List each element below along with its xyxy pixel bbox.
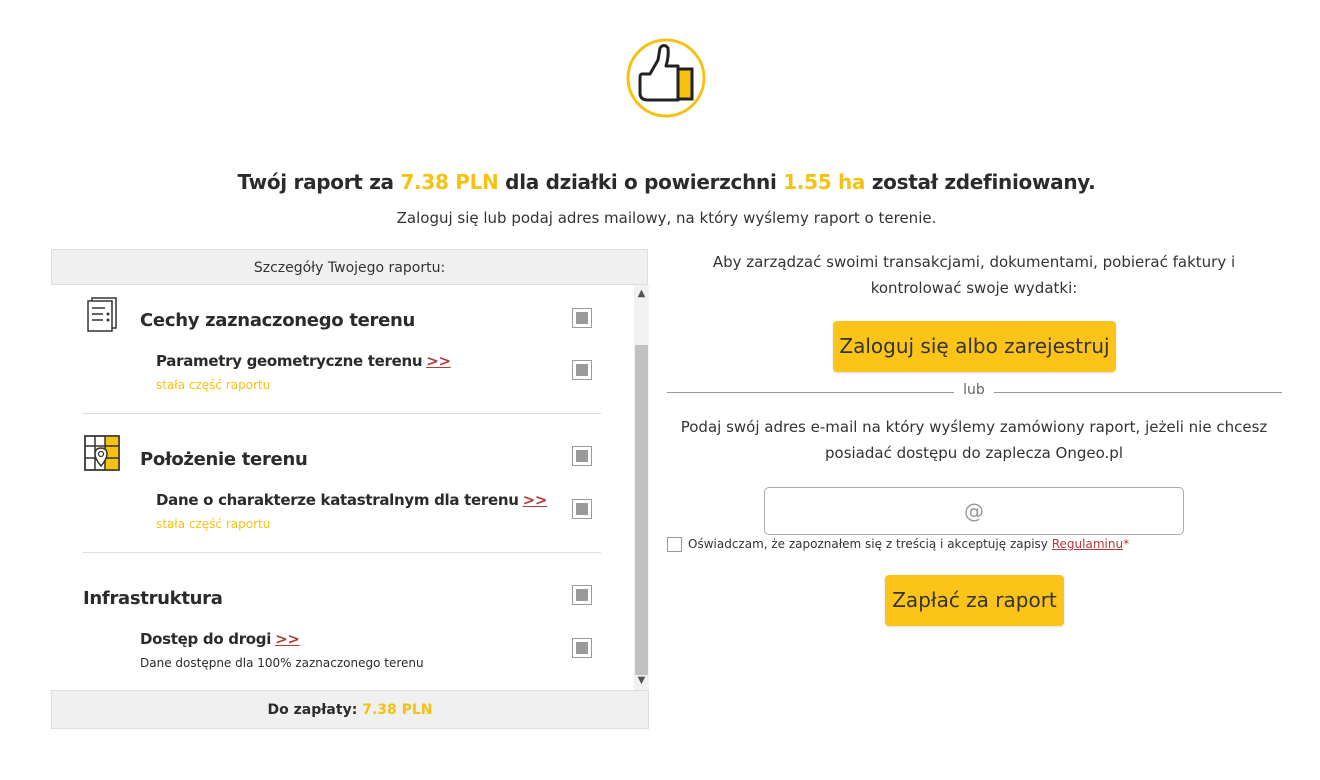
section-divider bbox=[83, 552, 601, 553]
item-geometry-sub: stała część raportu bbox=[156, 378, 271, 392]
map-location-icon bbox=[83, 434, 121, 474]
headline-price: 7.38 PLN bbox=[400, 170, 499, 194]
subline: Zaloguj się lub podaj adres mailowy, na … bbox=[396, 209, 937, 227]
scroll-down-icon[interactable]: ▼ bbox=[634, 674, 649, 688]
headline-prefix: Twój raport za bbox=[237, 170, 395, 194]
terms-link[interactable]: Regulaminu bbox=[1052, 537, 1123, 551]
item-checkbox-geometry[interactable] bbox=[572, 360, 592, 380]
headline-suffix: został zdefiniowany. bbox=[871, 170, 1096, 194]
pay-button[interactable]: Zapłać za raport bbox=[885, 575, 1064, 626]
terms-text: Oświadczam, że zapoznałem się z treścią … bbox=[688, 537, 1048, 551]
item-road-access-more-link[interactable]: >> bbox=[275, 630, 300, 648]
report-details-title: Szczegóły Twojego raportu: bbox=[51, 249, 648, 285]
total-label: Do zapłaty: bbox=[267, 702, 358, 718]
section-divider bbox=[83, 413, 601, 414]
scroll-up-icon[interactable]: ▲ bbox=[634, 287, 649, 301]
item-geometry-more-link[interactable]: >> bbox=[426, 352, 451, 370]
or-divider-left bbox=[667, 392, 954, 393]
terms-label: Oświadczam, że zapoznałem się z treścią … bbox=[688, 537, 1129, 551]
total-footer: Do zapłaty: 7.38 PLN bbox=[51, 690, 649, 729]
or-label: lub bbox=[963, 382, 985, 398]
item-road-access-sub: Dane dostępne dla 100% zaznaczonego tere… bbox=[140, 656, 424, 670]
item-cadastral: Dane o charakterze katastralnym dla tere… bbox=[156, 491, 547, 509]
document-checklist-icon bbox=[83, 296, 121, 336]
item-checkbox-cadastral[interactable] bbox=[572, 499, 592, 519]
email-instructions: Podaj swój adres e-mail na który wyślemy… bbox=[680, 418, 1268, 462]
scroll-thumb[interactable] bbox=[635, 345, 648, 675]
section-title-location: Położenie terenu bbox=[140, 449, 308, 470]
terms-checkbox[interactable] bbox=[667, 537, 682, 552]
headline: Twój raport za 7.38 PLN dla działki o po… bbox=[0, 170, 1320, 194]
headline-mid: dla działki o powierzchni bbox=[505, 170, 777, 194]
item-road-access: Dostęp do drogi >> bbox=[140, 630, 300, 648]
headline-area: 1.55 ha bbox=[783, 170, 866, 194]
login-register-button[interactable]: Zaloguj się albo zarejestruj bbox=[833, 321, 1116, 372]
manage-text: Aby zarządzać swoimi transakcjami, dokum… bbox=[712, 253, 1236, 297]
item-cadastral-title: Dane o charakterze katastralnym dla tere… bbox=[156, 491, 519, 509]
total-price: 7.38 PLN bbox=[362, 702, 433, 718]
item-geometry-title: Parametry geometryczne terenu bbox=[156, 352, 423, 370]
thumbs-up-logo bbox=[626, 38, 706, 118]
section-checkbox-infrastructure[interactable] bbox=[572, 585, 592, 605]
or-divider-right bbox=[994, 392, 1282, 393]
email-input[interactable]: @ bbox=[764, 487, 1184, 535]
item-checkbox-road-access[interactable] bbox=[572, 638, 592, 658]
item-geometry: Parametry geometryczne terenu >> bbox=[156, 352, 451, 370]
section-title-features: Cechy zaznaczonego terenu bbox=[140, 310, 416, 331]
item-cadastral-sub: stała część raportu bbox=[156, 517, 271, 531]
section-checkbox-location[interactable] bbox=[572, 446, 592, 466]
item-road-access-title: Dostęp do drogi bbox=[140, 630, 272, 648]
section-checkbox-features[interactable] bbox=[572, 308, 592, 328]
section-title-infrastructure: Infrastruktura bbox=[83, 588, 223, 609]
item-cadastral-more-link[interactable]: >> bbox=[523, 491, 548, 509]
required-mark: * bbox=[1123, 537, 1130, 551]
details-scrollbar[interactable]: ▲ ▼ bbox=[634, 285, 649, 690]
